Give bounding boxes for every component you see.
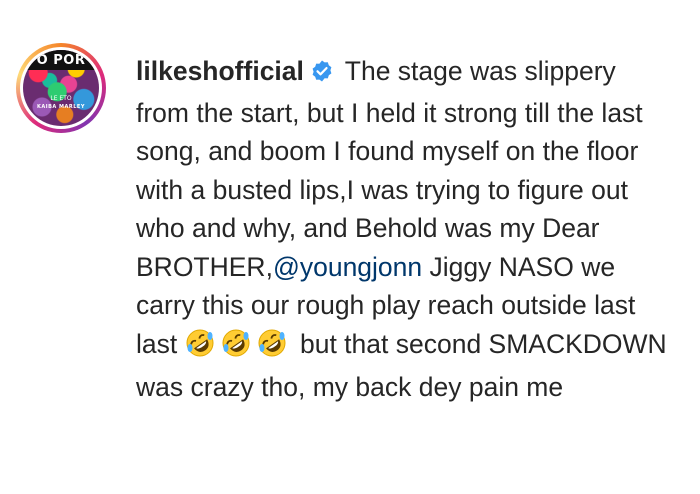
avatar-mid-text: LE ETO	[50, 95, 72, 102]
caption-text-part1: The stage was slippery from the start, b…	[136, 56, 643, 282]
instagram-comment: O POR LE ETO KAIBA MARLEY lilkeshofficia…	[0, 0, 700, 494]
avatar-border: O POR LE ETO KAIBA MARLEY	[20, 47, 102, 129]
avatar-story-ring[interactable]: O POR LE ETO KAIBA MARLEY	[16, 43, 106, 133]
rolling-on-floor-laughing-icon	[185, 328, 215, 369]
rolling-on-floor-laughing-icon	[221, 328, 251, 369]
rolling-on-floor-laughing-icon	[257, 328, 287, 369]
avatar[interactable]: O POR LE ETO KAIBA MARLEY	[23, 50, 99, 126]
caption-text-part3: but that second SMACKDOWN was crazy tho,…	[136, 328, 667, 403]
avatar-sub-text: KAIBA MARLEY	[37, 104, 85, 110]
post-caption: lilkeshofficial The stage was slippery f…	[136, 52, 676, 407]
avatar-title-text: O POR	[23, 50, 99, 70]
mention-link[interactable]: @youngjonn	[273, 252, 422, 282]
username-link[interactable]: lilkeshofficial	[136, 56, 304, 86]
verified-badge-icon	[310, 55, 334, 94]
